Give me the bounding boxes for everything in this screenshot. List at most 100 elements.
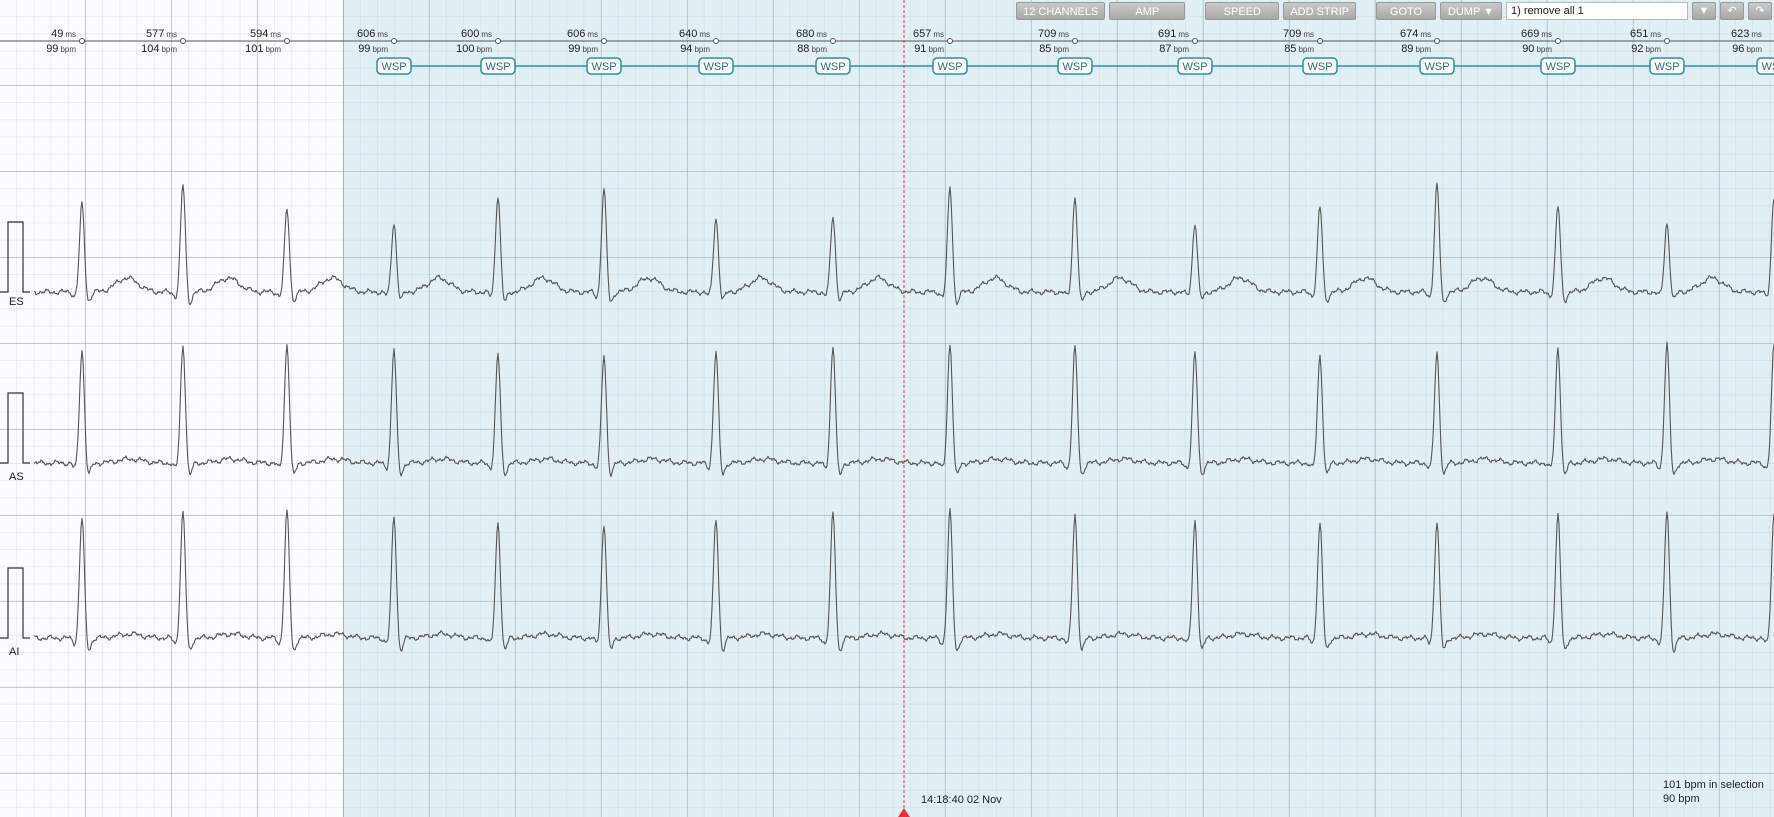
svg-text:WSP: WSP — [1307, 61, 1332, 73]
goto-button[interactable]: GOTO — [1376, 2, 1436, 20]
rr-interval-bpm: 94 bpm — [680, 43, 710, 55]
chevron-down-icon[interactable]: ▼ — [1692, 2, 1716, 20]
beat-tag[interactable]: WSP — [1756, 57, 1774, 75]
rr-interval-ms: 674 ms — [1400, 28, 1431, 40]
ecg-overlay: 49 ms 99 bpm 577 ms 104 bpm 594 ms 101 bpm 606 ms 99 bp… — [0, 0, 1774, 817]
rr-interval-bpm: 91 bpm — [914, 43, 944, 55]
rr-interval-bpm: 90 bpm — [1522, 43, 1552, 55]
svg-text:WSP: WSP — [1654, 61, 1679, 73]
beat-tag[interactable]: WSP — [586, 57, 622, 75]
svg-text:WSP: WSP — [1062, 61, 1087, 73]
rr-beat-marker[interactable] — [180, 38, 186, 44]
heart-rate-summary: 101 bpm in selection 90 bpm — [1663, 778, 1764, 806]
rr-beat-marker[interactable] — [79, 38, 85, 44]
rr-interval-bpm: 96 bpm — [1732, 43, 1762, 55]
triangle-up-icon[interactable] — [898, 808, 910, 817]
rr-interval-ms: 623 ms — [1731, 28, 1762, 40]
svg-text:WSP: WSP — [381, 61, 406, 73]
lead-label: AS — [9, 471, 24, 483]
amp-button[interactable]: AMP — [1109, 2, 1186, 20]
beat-tag[interactable]: WSP — [376, 57, 412, 75]
cursor-timestamp: 14:18:40 02 Nov — [921, 794, 1002, 806]
svg-text:WSP: WSP — [1761, 61, 1774, 73]
beat-tag[interactable]: WSP — [1177, 57, 1213, 75]
calibration-pulse — [0, 567, 30, 639]
svg-text:WSP: WSP — [485, 61, 510, 73]
dump-button[interactable]: DUMP ▼ — [1440, 2, 1502, 20]
rr-interval-ms: 669 ms — [1521, 28, 1552, 40]
rr-interval-ms: 709 ms — [1283, 28, 1314, 40]
beat-tag-track: WSP WSP WSP WSP WSP WSP WSP WSP WSP WSP WSP WSP WSP — [376, 57, 1774, 75]
channels-button[interactable]: 12 CHANNELS — [1016, 2, 1106, 20]
rr-interval-ms: 651 ms — [1630, 28, 1661, 40]
beat-tag[interactable]: WSP — [1302, 57, 1338, 75]
time-cursor[interactable] — [898, 0, 910, 817]
rr-interval-ms: 691 ms — [1158, 28, 1189, 40]
rr-interval-bpm: 99 bpm — [46, 43, 76, 55]
rr-interval-bpm: 99 bpm — [358, 43, 388, 55]
beat-tag[interactable]: WSP — [1419, 57, 1455, 75]
rr-beat-marker[interactable] — [1664, 38, 1670, 44]
toolbar: 12 CHANNELS AMP SPEED ADD STRIP GOTO DUM… — [1014, 0, 1774, 22]
ecg-traces: ES AS AI — [0, 182, 1774, 658]
rr-beat-marker[interactable] — [495, 38, 501, 44]
beat-tag[interactable]: WSP — [1649, 57, 1685, 75]
rr-beat-marker[interactable] — [391, 38, 397, 44]
selection-hr: 101 bpm in selection — [1663, 779, 1764, 791]
svg-text:WSP: WSP — [937, 61, 962, 73]
speed-button[interactable]: SPEED — [1205, 2, 1280, 20]
rr-interval-bpm: 88 bpm — [797, 43, 827, 55]
rr-interval-ms: 640 ms — [679, 28, 710, 40]
beat-tag[interactable]: WSP — [698, 57, 734, 75]
beat-tag[interactable]: WSP — [932, 57, 968, 75]
add-strip-button[interactable]: ADD STRIP — [1283, 2, 1356, 20]
rr-interval-ms: 680 ms — [796, 28, 827, 40]
beat-tag[interactable]: WSP — [480, 57, 516, 75]
svg-text:WSP: WSP — [1545, 61, 1570, 73]
lead-label: AI — [9, 646, 19, 658]
undo-icon[interactable]: ↶ — [1720, 2, 1744, 20]
rr-interval-ms: 49 ms — [51, 28, 76, 40]
lead-label: ES — [9, 296, 24, 308]
redo-icon[interactable]: ↷ — [1748, 2, 1772, 20]
rr-interval-bpm: 85 bpm — [1284, 43, 1314, 55]
rr-interval-bpm: 104 bpm — [141, 43, 177, 55]
rr-interval-ms: 577 ms — [146, 28, 177, 40]
rr-beat-marker[interactable] — [1192, 38, 1198, 44]
svg-text:WSP: WSP — [820, 61, 845, 73]
rr-interval-bpm: 87 bpm — [1159, 43, 1189, 55]
calibration-pulse — [0, 392, 30, 464]
rr-interval-ms: 606 ms — [357, 28, 388, 40]
rr-beat-marker[interactable] — [1555, 38, 1561, 44]
rr-interval-bpm: 89 bpm — [1401, 43, 1431, 55]
rr-interval-ms: 657 ms — [913, 28, 944, 40]
rr-beat-marker[interactable] — [947, 38, 953, 44]
rr-beat-marker[interactable] — [1072, 38, 1078, 44]
rr-beat-marker[interactable] — [601, 38, 607, 44]
rr-interval-bpm: 99 bpm — [568, 43, 598, 55]
rr-interval-ms: 709 ms — [1038, 28, 1069, 40]
beat-tag[interactable]: WSP — [1540, 57, 1576, 75]
rr-interval-ms: 594 ms — [250, 28, 281, 40]
beat-tag[interactable]: WSP — [815, 57, 851, 75]
beat-tag[interactable]: WSP — [1057, 57, 1093, 75]
action-select[interactable]: 1) remove all 1 — [1506, 2, 1688, 20]
rr-beat-marker[interactable] — [1317, 38, 1323, 44]
rr-beat-marker[interactable] — [284, 38, 290, 44]
rr-interval-bpm: 100 bpm — [456, 43, 492, 55]
rr-beat-marker[interactable] — [713, 38, 719, 44]
rr-interval-bpm: 101 bpm — [245, 43, 281, 55]
rr-interval-track: 49 ms 99 bpm 577 ms 104 bpm 594 ms 101 bpm 606 ms 99 bp… — [0, 28, 1774, 55]
svg-text:WSP: WSP — [703, 61, 728, 73]
rr-interval-ms: 606 ms — [567, 28, 598, 40]
rr-beat-marker[interactable] — [1434, 38, 1440, 44]
svg-text:WSP: WSP — [591, 61, 616, 73]
current-hr: 90 bpm — [1663, 793, 1700, 805]
rr-beat-marker[interactable] — [830, 38, 836, 44]
svg-text:WSP: WSP — [1424, 61, 1449, 73]
rr-interval-ms: 600 ms — [461, 28, 492, 40]
calibration-pulse — [0, 221, 30, 293]
rr-interval-bpm: 85 bpm — [1039, 43, 1069, 55]
svg-text:WSP: WSP — [1182, 61, 1207, 73]
rr-interval-bpm: 92 bpm — [1631, 43, 1661, 55]
